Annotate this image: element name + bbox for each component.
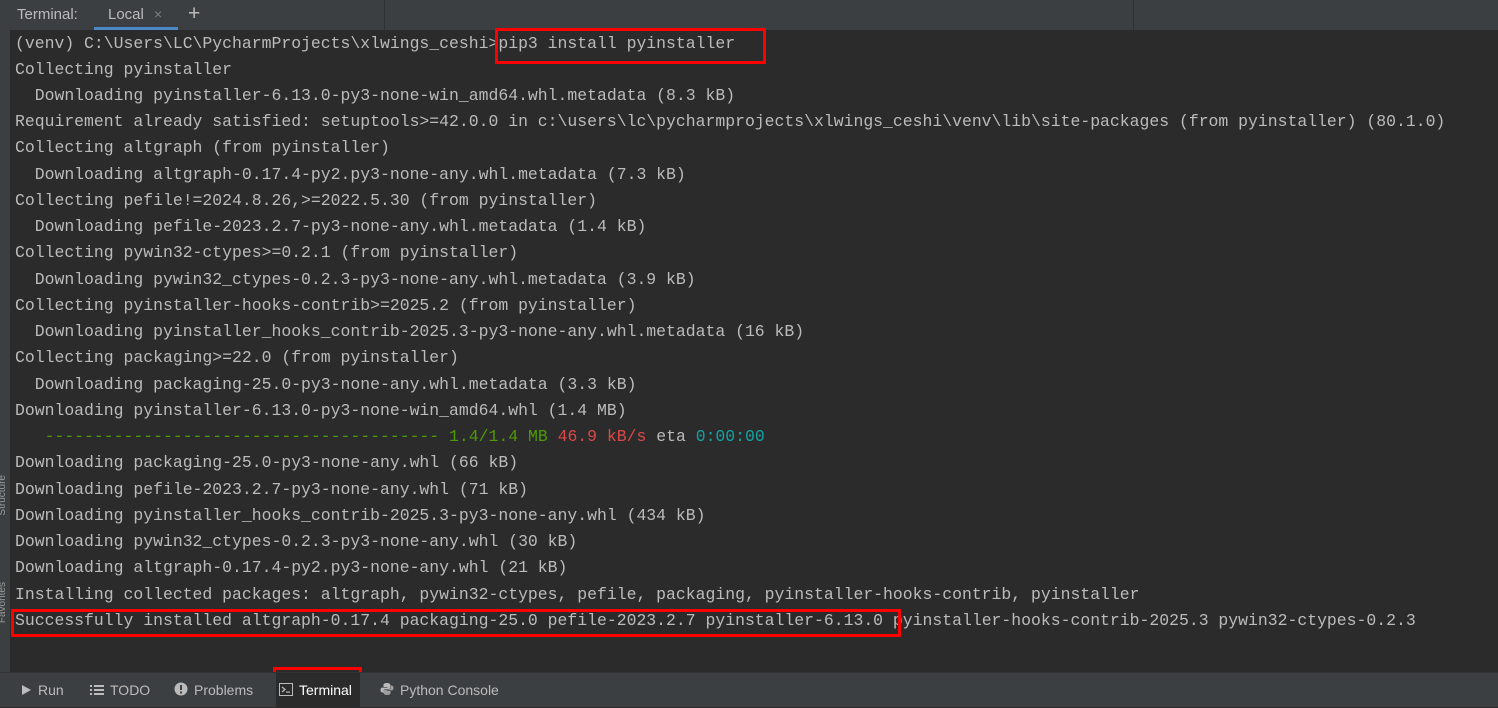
tab-bar-divider [384, 0, 385, 30]
output-line: Requirement already satisfied: setuptool… [15, 112, 1446, 131]
output-line: Downloading packaging-25.0-py3-none-any.… [15, 375, 637, 394]
terminal-icon [279, 674, 293, 708]
run-icon [20, 674, 32, 708]
output-line: Collecting pyinstaller [15, 60, 233, 79]
prompt-path: (venv) C:\Users\LC\PycharmProjects\xlwin… [15, 34, 499, 53]
progress-line: ----------------------------------------… [15, 424, 765, 450]
left-tool-strip: Structure Favorites [0, 30, 10, 672]
progress-speed: 46.9 kB/s [557, 427, 647, 446]
new-tab-button[interactable]: + [188, 2, 200, 26]
terminal-output[interactable]: (venv) C:\Users\LC\PycharmProjects\xlwin… [10, 30, 1498, 672]
run-tool-label: Run [38, 682, 64, 698]
problems-tool-button[interactable]: Problems [174, 673, 253, 707]
output-line: Downloading altgraph-0.17.4-py2.py3-none… [15, 165, 686, 184]
output-line: Collecting pywin32-ctypes>=0.2.1 (from p… [15, 243, 519, 262]
progress-size: 1.4/1.4 MB [449, 427, 548, 446]
tab-bar-divider [1133, 0, 1134, 30]
output-line: Installing collected packages: altgraph,… [15, 585, 1140, 604]
output-line: Collecting altgraph (from pyinstaller) [15, 138, 390, 157]
progress-eta-label: eta [656, 427, 686, 446]
python-console-tool-button[interactable]: Python Console [380, 673, 499, 707]
run-tool-button[interactable]: Run [20, 673, 64, 707]
output-line: Collecting packaging>=22.0 (from pyinsta… [15, 348, 459, 367]
problems-tool-label: Problems [194, 682, 254, 698]
output-line: Downloading pefile-2023.2.7-py3-none-any… [15, 217, 647, 236]
todo-tool-button[interactable]: TODO [90, 673, 150, 707]
output-line: Collecting pyinstaller-hooks-contrib>=20… [15, 296, 637, 315]
output-line: Downloading pyinstaller_hooks_contrib-20… [15, 322, 805, 341]
output-line: Downloading pywin32_ctypes-0.2.3-py3-non… [15, 270, 696, 289]
success-line: Successfully installed altgraph-0.17.4 p… [15, 608, 1416, 634]
command-text: pip3 install pyinstaller [498, 34, 736, 53]
python-icon [380, 674, 394, 708]
output-line: Downloading packaging-25.0-py3-none-any.… [15, 453, 519, 472]
output-line: Downloading pyinstaller_hooks_contrib-20… [15, 506, 706, 525]
terminal-tool-label: Terminal [299, 682, 352, 698]
problems-icon [174, 674, 188, 708]
terminal-tool-button[interactable]: Terminal [276, 673, 360, 707]
output-line: Downloading pefile-2023.2.7-py3-none-any… [15, 480, 528, 499]
output-line: Collecting pefile!=2024.8.26,>=2022.5.30… [15, 191, 597, 210]
progress-eta-value: 0:00:00 [695, 427, 765, 446]
output-line: Downloading pyinstaller-6.13.0-py3-none-… [15, 86, 736, 105]
output-line: Downloading altgraph-0.17.4-py2.py3-none… [15, 558, 568, 577]
terminal-tool-title: Terminal: [17, 6, 78, 23]
tab-local[interactable]: Local × [94, 0, 178, 30]
tool-window-bar: Run TODO Problems Terminal Python Consol… [0, 672, 1498, 707]
python-console-tool-label: Python Console [400, 682, 499, 698]
output-line: Downloading pyinstaller-6.13.0-py3-none-… [15, 401, 627, 420]
progress-bar: ---------------------------------------- [15, 427, 440, 446]
tab-local-label: Local [108, 6, 144, 23]
todo-list-icon [90, 674, 104, 708]
close-icon[interactable]: × [154, 6, 162, 22]
prompt-line: (venv) C:\Users\LC\PycharmProjects\xlwin… [15, 31, 735, 57]
success-text-rest: pyinstaller-hooks-contrib-2025.3 pywin32… [883, 611, 1416, 630]
output-line: Downloading pywin32_ctypes-0.2.3-py3-non… [15, 532, 578, 551]
terminal-tab-bar: Terminal: Local × + [0, 0, 1498, 31]
todo-tool-label: TODO [110, 682, 151, 698]
success-text-highlighted: Successfully installed altgraph-0.17.4 p… [15, 611, 884, 630]
